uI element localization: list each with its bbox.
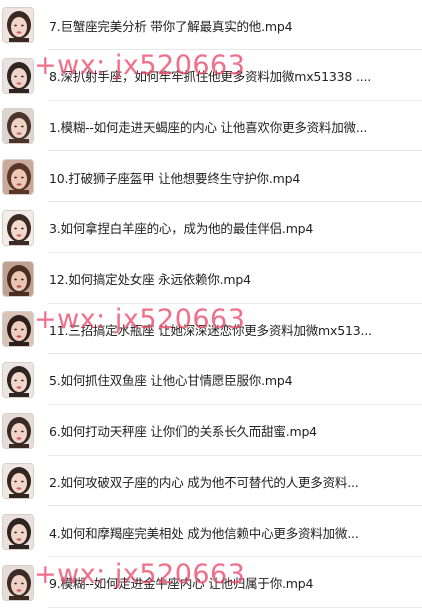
file-row[interactable]: 7.巨蟹座完美分析 带你了解最真实的他.mp4 bbox=[0, 0, 422, 50]
video-thumbnail bbox=[2, 57, 34, 94]
file-row[interactable]: 9.模糊--如何走进金牛座内心 让他归属于你.mp4 bbox=[0, 558, 422, 608]
file-name: 6.如何打动天秤座 让你们的关系长久而甜蜜.mp4 bbox=[49, 424, 317, 440]
file-name: 2.如何攻破双子座的内心 成为他不可替代的人更多资料... bbox=[49, 474, 359, 490]
file-row[interactable]: 10.打破狮子座盔甲 让他想要终生守护你.mp4 bbox=[0, 152, 422, 203]
file-name: 12.如何搞定处女座 永远依赖你.mp4 bbox=[49, 272, 251, 287]
file-row[interactable]: 6.如何打动天秤座 让你们的关系长久而甜蜜.mp4 bbox=[0, 406, 422, 456]
file-row[interactable]: 5.如何抓住双鱼座 让他心甘情愿臣服你.mp4 bbox=[0, 355, 422, 405]
file-name: 7.巨蟹座完美分析 带你了解最真实的他.mp4 bbox=[49, 18, 293, 34]
file-name: 5.如何抓住双鱼座 让他心甘情愿臣服你.mp4 bbox=[49, 373, 293, 389]
video-thumbnail bbox=[2, 311, 34, 348]
file-name: 3.如何拿捏白羊座的心，成为他的最佳伴侣.mp4 bbox=[49, 221, 314, 237]
file-row[interactable]: 11.三招搞定水瓶座 让她深深迷恋你更多资料加微mx513... bbox=[0, 304, 422, 355]
file-row[interactable]: 12.如何搞定处女座 永远依赖你.mp4 bbox=[0, 254, 422, 304]
video-thumbnail bbox=[2, 463, 34, 500]
file-name: 9.模糊--如何走进金牛座内心 让他归属于你.mp4 bbox=[49, 576, 314, 592]
video-thumbnail bbox=[2, 159, 34, 196]
file-name: 10.打破狮子座盔甲 让他想要终生守护你.mp4 bbox=[49, 170, 301, 186]
video-thumbnail bbox=[2, 260, 34, 297]
file-name: 11.三招搞定水瓶座 让她深深迷恋你更多资料加微mx513... bbox=[49, 322, 372, 338]
file-name: 8.深扒射手座，如何牢牢抓住他更多资料加微mx51338 .... bbox=[49, 69, 372, 85]
file-row[interactable]: 3.如何拿捏白羊座的心，成为他的最佳伴侣.mp4 bbox=[0, 203, 422, 253]
video-thumbnail bbox=[2, 514, 34, 550]
file-row[interactable]: 1.模糊--如何走进天蝎座的内心 让他喜欢你更多资料加微... bbox=[0, 101, 422, 152]
video-thumbnail bbox=[2, 412, 34, 449]
file-row[interactable]: 4.如何和摩羯座完美相处 成为他信赖中心更多资料加微... bbox=[0, 507, 422, 557]
video-thumbnail bbox=[2, 564, 34, 601]
file-name: 4.如何和摩羯座完美相处 成为他信赖中心更多资料加微... bbox=[49, 525, 359, 541]
file-row[interactable]: 8.深扒射手座，如何牢牢抓住他更多资料加微mx51338 .... bbox=[0, 51, 422, 101]
file-row[interactable]: 2.如何攻破双子座的内心 成为他不可替代的人更多资料... bbox=[0, 456, 422, 507]
video-thumbnail bbox=[2, 7, 34, 43]
video-thumbnail bbox=[2, 108, 34, 145]
file-name: 1.模糊--如何走进天蝎座的内心 让他喜欢你更多资料加微... bbox=[49, 119, 368, 135]
video-thumbnail bbox=[2, 361, 34, 398]
file-list: 7.巨蟹座完美分析 带你了解最真实的他.mp4 8.深扒射手座，如何牢牢抓住他更多… bbox=[0, 0, 422, 609]
video-thumbnail bbox=[2, 209, 34, 246]
